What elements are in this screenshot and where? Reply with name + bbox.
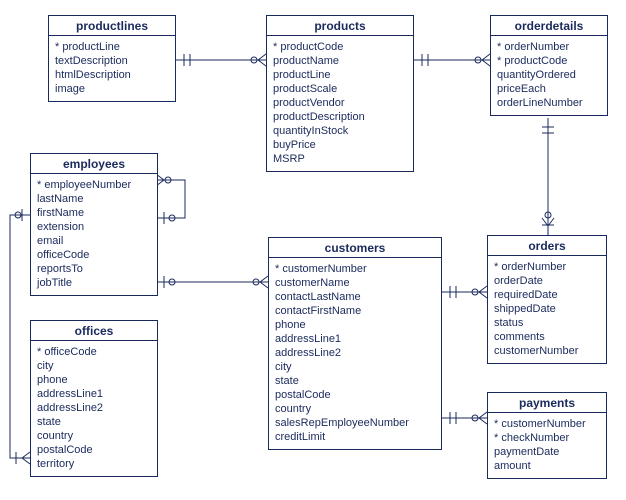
entity-field: territory xyxy=(37,457,151,471)
entity-fields: * productLinetextDescriptionhtmlDescript… xyxy=(49,36,175,101)
entity-title: customers xyxy=(269,238,441,258)
entity-field: jobTitle xyxy=(37,276,151,290)
entity-field: state xyxy=(37,415,151,429)
entity-field: orderLineNumber xyxy=(497,96,601,110)
entity-field: productVendor xyxy=(273,96,407,110)
entity-field: city xyxy=(37,359,151,373)
entity-field: requiredDate xyxy=(494,288,600,302)
entity-field: quantityInStock xyxy=(273,124,407,138)
entity-field: country xyxy=(275,402,435,416)
entity-field: phone xyxy=(275,318,435,332)
entity-field: salesRepEmployeeNumber xyxy=(275,416,435,430)
entity-fields: * officeCodecityphoneaddressLine1address… xyxy=(31,341,157,476)
entity-fields: * orderNumber* productCodequantityOrdere… xyxy=(491,36,607,115)
entity-fields: * employeeNumberlastNamefirstNameextensi… xyxy=(31,174,157,295)
entity-field: reportsTo xyxy=(37,262,151,276)
entity-field: contactFirstName xyxy=(275,304,435,318)
entity-field: productName xyxy=(273,54,407,68)
entity-field: contactLastName xyxy=(275,290,435,304)
entity-employees: employees * employeeNumberlastNamefirstN… xyxy=(30,153,158,296)
entity-field: MSRP xyxy=(273,152,407,166)
entity-field: addressLine1 xyxy=(275,332,435,346)
entity-field: htmlDescription xyxy=(55,68,169,82)
entity-field: * productCode xyxy=(497,54,601,68)
entity-payments: payments * customerNumber* checkNumberpa… xyxy=(487,392,607,479)
entity-field: creditLimit xyxy=(275,430,435,444)
entity-title: employees xyxy=(31,154,157,174)
entity-field: postalCode xyxy=(37,443,151,457)
entity-field: addressLine2 xyxy=(275,346,435,360)
entity-field: email xyxy=(37,234,151,248)
entity-field: orderDate xyxy=(494,274,600,288)
entity-fields: * customerNumber* checkNumberpaymentDate… xyxy=(488,413,606,478)
entity-orderdetails: orderdetails * orderNumber* productCodeq… xyxy=(490,15,608,116)
entity-fields: * productCodeproductNameproductLineprodu… xyxy=(267,36,413,171)
entity-field: addressLine2 xyxy=(37,401,151,415)
entity-field: textDescription xyxy=(55,54,169,68)
entity-orders: orders * orderNumberorderDaterequiredDat… xyxy=(487,235,607,364)
entity-field: * productLine xyxy=(55,40,169,54)
entity-field: firstName xyxy=(37,206,151,220)
entity-field: productScale xyxy=(273,82,407,96)
entity-field: shippedDate xyxy=(494,302,600,316)
entity-title: orderdetails xyxy=(491,16,607,36)
entity-field: * productCode xyxy=(273,40,407,54)
entity-field: city xyxy=(275,360,435,374)
entity-field: officeCode xyxy=(37,248,151,262)
entity-field: priceEach xyxy=(497,82,601,96)
entity-field: country xyxy=(37,429,151,443)
entity-field: * orderNumber xyxy=(497,40,601,54)
entity-field: extension xyxy=(37,220,151,234)
entity-field: customerName xyxy=(275,276,435,290)
entity-title: orders xyxy=(488,236,606,256)
entity-field: amount xyxy=(494,459,600,473)
entity-customers: customers * customerNumbercustomerNameco… xyxy=(268,237,442,450)
entity-field: customerNumber xyxy=(494,344,600,358)
entity-fields: * orderNumberorderDaterequiredDateshippe… xyxy=(488,256,606,363)
entity-field: postalCode xyxy=(275,388,435,402)
entity-field: status xyxy=(494,316,600,330)
entity-title: productlines xyxy=(49,16,175,36)
entity-field: * orderNumber xyxy=(494,260,600,274)
entity-field: * customerNumber xyxy=(494,417,600,431)
entity-field: phone xyxy=(37,373,151,387)
entity-productlines: productlines * productLinetextDescriptio… xyxy=(48,15,176,102)
entity-field: addressLine1 xyxy=(37,387,151,401)
entity-field: quantityOrdered xyxy=(497,68,601,82)
entity-field: image xyxy=(55,82,169,96)
entity-offices: offices * officeCodecityphoneaddressLine… xyxy=(30,320,158,477)
entity-field: comments xyxy=(494,330,600,344)
entity-field: * employeeNumber xyxy=(37,178,151,192)
entity-field: productDescription xyxy=(273,110,407,124)
entity-title: offices xyxy=(31,321,157,341)
entity-field: * officeCode xyxy=(37,345,151,359)
entity-field: lastName xyxy=(37,192,151,206)
entity-field: * checkNumber xyxy=(494,431,600,445)
entity-field: paymentDate xyxy=(494,445,600,459)
entity-fields: * customerNumbercustomerNamecontactLastN… xyxy=(269,258,441,449)
entity-title: products xyxy=(267,16,413,36)
entity-products: products * productCodeproductNameproduct… xyxy=(266,15,414,172)
entity-field: buyPrice xyxy=(273,138,407,152)
entity-title: payments xyxy=(488,393,606,413)
entity-field: productLine xyxy=(273,68,407,82)
entity-field: * customerNumber xyxy=(275,262,435,276)
entity-field: state xyxy=(275,374,435,388)
